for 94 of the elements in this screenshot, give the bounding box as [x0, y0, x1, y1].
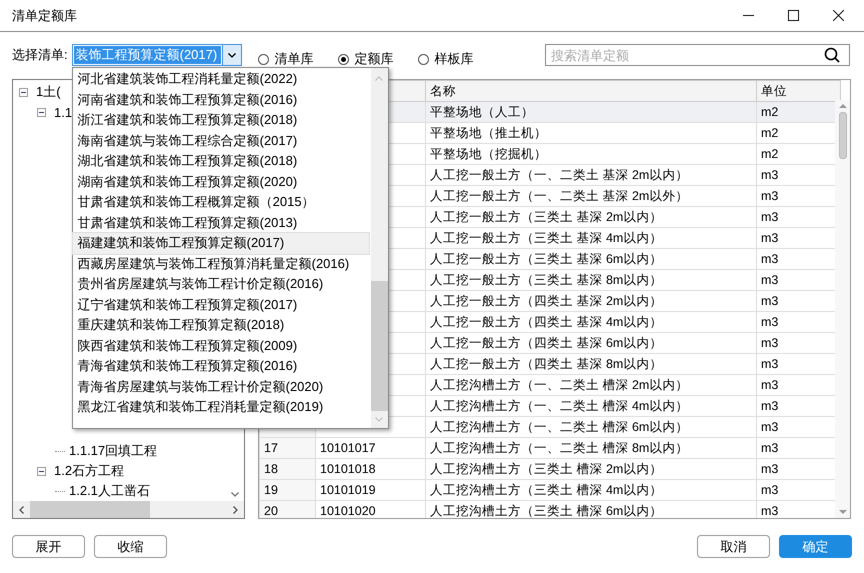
tree-item[interactable]: 1土( [36, 83, 61, 101]
table-cell: 10101020 [320, 504, 376, 518]
table-cell: 人工挖沟槽土方（一、二类土 槽深 8m以内） [430, 440, 688, 454]
row-number: 19 [264, 483, 278, 497]
table-cell: 人工挖沟槽土方（三类土 槽深 2m以内） [430, 462, 662, 476]
scroll-left-icon[interactable] [19, 506, 24, 514]
dropdown-item[interactable]: 浙江省建筑和装饰工程预算定额(2018) [72, 110, 369, 130]
table-cell: m3 [761, 462, 778, 476]
dropdown-item[interactable]: 海南省建筑与装饰工程综合定额(2017) [72, 130, 369, 151]
table-cell: m2 [761, 126, 778, 140]
dropdown-item[interactable]: 甘肃省建筑和装饰工程概算定额（2015） [72, 192, 369, 212]
close-icon[interactable] [833, 10, 844, 21]
table-cell: m3 [761, 378, 778, 392]
selector-label: 选择清单: [12, 46, 68, 64]
dialog-button[interactable]: 展开 [12, 535, 85, 558]
column-header[interactable]: 名称 [426, 80, 756, 102]
confirm-button[interactable]: 确定 [779, 535, 852, 558]
scroll-right-icon[interactable] [233, 506, 238, 514]
window-title: 清单定额库 [12, 6, 77, 24]
table-cell: 人工挖一般土方（四类土 基深 8m以内） [430, 356, 662, 370]
table-cell: m3 [761, 294, 778, 308]
table-cell: 人工挖一般土方（一、二类土 基深 2m以内） [430, 168, 688, 182]
table-cell: m3 [761, 252, 778, 266]
table-cell: 10101017 [320, 441, 376, 455]
table-cell: m3 [761, 231, 778, 245]
dropdown-item[interactable]: 黑龙江省建筑和装饰工程消耗量定额(2019) [72, 397, 369, 418]
tree-item[interactable]: 1.1.17回填工程 [69, 442, 158, 460]
collapse-icon[interactable] [37, 466, 46, 476]
collapse-icon[interactable] [19, 88, 28, 96]
table-cell: m3 [761, 189, 778, 203]
row-number: 17 [264, 441, 278, 455]
table-cell: m3 [761, 273, 778, 287]
dropdown-item[interactable]: 湖北省建筑和装饰工程预算定额(2018) [72, 151, 369, 172]
dropdown-item[interactable]: 辽宁省建筑和装饰工程预算定额(2017) [72, 294, 369, 315]
table-cell: 人工挖沟槽土方（一、二类土 槽深 4m以内） [430, 398, 688, 412]
dropdown-item[interactable]: 河北省建筑装饰工程消耗量定额(2022) [72, 69, 369, 90]
table-cell: m3 [761, 441, 778, 455]
table-cell: 10101018 [320, 462, 376, 476]
table-cell: 人工挖一般土方（四类土 基深 4m以内） [430, 314, 662, 328]
table-cell: 10101019 [320, 483, 376, 497]
table-cell: m3 [761, 420, 778, 434]
dropdown-item[interactable]: 河南省建筑和装饰工程预算定额(2016) [72, 90, 369, 110]
table-cell: 人工挖一般土方（一、二类土 基深 2m以外） [430, 188, 688, 202]
table-cell: m3 [761, 483, 778, 497]
dropdown-item[interactable]: 福建建筑和装饰工程预算定额(2017) [72, 233, 369, 254]
column-header[interactable]: 单位 [756, 80, 840, 102]
table-cell: 人工挖一般土方（四类土 基深 2m以内） [430, 294, 662, 308]
dropdown-item[interactable]: 青海省房屋建筑与装饰工程计价定额(2020) [72, 376, 369, 397]
table-cell: 平整场地（人工） [430, 104, 534, 118]
dropdown-item[interactable]: 湖南省建筑和装饰工程预算定额(2020) [72, 172, 369, 192]
dropdown-item[interactable]: 陕西省建筑和装饰工程预算定额(2009) [72, 336, 369, 356]
radio-option[interactable]: 清单库 [258, 52, 314, 66]
table-cell: 人工挖沟槽土方（一、二类土 槽深 2m以内） [430, 378, 688, 392]
row-number: 20 [264, 504, 278, 518]
table-cell: 人工挖沟槽土方（三类土 槽深 4m以内） [430, 482, 662, 496]
dropdown-item[interactable]: 甘肃省建筑和装饰工程预算定额(2013) [72, 212, 369, 233]
table-cell: m3 [761, 357, 778, 371]
dropdown-item[interactable]: 西藏房屋建筑与装饰工程预算消耗量定额(2016) [72, 254, 369, 274]
table-cell: m3 [761, 315, 778, 329]
table-cell: 平整场地（挖掘机） [430, 146, 547, 160]
table-cell: 平整场地（推土机） [430, 126, 547, 140]
table-cell: m2 [761, 105, 778, 119]
table-cell: m3 [761, 336, 778, 350]
table-cell: 人工挖一般土方（三类土 基深 2m以内） [430, 210, 662, 224]
table-cell: 人工挖沟槽土方（三类土 槽深 6m以内） [430, 504, 662, 518]
collapse-icon[interactable] [37, 108, 46, 116]
tree-item[interactable]: 1.1 [54, 104, 72, 120]
row-number: 18 [264, 462, 278, 476]
radio-option[interactable]: 定额库 [338, 52, 394, 66]
horizontal-scrollbar[interactable] [13, 501, 244, 518]
caret-icon [228, 52, 236, 58]
tree-item[interactable]: 1.2.1人工凿石 [69, 482, 150, 500]
table-cell: 人工挖一般土方（四类土 基深 6m以内） [430, 336, 662, 350]
search-icon[interactable] [824, 47, 840, 63]
table-cell: m3 [761, 168, 778, 182]
table-cell: 人工挖一般土方（三类土 基深 8m以内） [430, 272, 662, 286]
table-cell: m3 [761, 399, 778, 413]
maximize-icon[interactable] [788, 10, 799, 21]
table-cell: m3 [761, 504, 778, 518]
search-field[interactable]: 搜索清单定额 [545, 44, 850, 66]
table-cell: 人工挖沟槽土方（一、二类土 槽深 6m以内） [430, 420, 688, 434]
dropdown-item[interactable]: 重庆建筑和装饰工程预算定额(2018) [72, 315, 369, 336]
radio-option[interactable]: 样板库 [418, 52, 474, 66]
vertical-scrollbar[interactable] [835, 100, 850, 518]
dialog-button[interactable]: 收缩 [94, 535, 167, 558]
dropdown-item[interactable]: 贵州省房屋建筑与装饰工程计价定额(2016) [72, 274, 369, 294]
cancel-button[interactable]: 取消 [697, 535, 770, 558]
dropdown-item[interactable]: 青海省建筑和装饰工程预算定额(2016) [72, 356, 369, 376]
table-cell: 人工挖一般土方（三类土 基深 4m以内） [430, 230, 662, 244]
table-cell: 人工挖一般土方（三类土 基深 6m以内） [430, 252, 662, 266]
scroll-down-icon[interactable] [231, 492, 239, 497]
table-cell: m3 [761, 210, 778, 224]
tree-item[interactable]: 1.2石方工程 [54, 462, 124, 480]
table-cell: m2 [761, 147, 778, 161]
